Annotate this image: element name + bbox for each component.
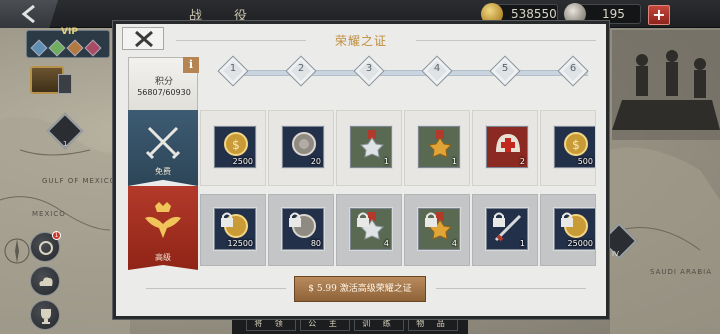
map-label-gulf: GULF OF MEXICO (42, 177, 117, 185)
gold-amount: 538550 (511, 7, 557, 21)
info-button[interactable]: i (183, 57, 199, 73)
level-number: 1 (229, 63, 237, 74)
lock-icon (493, 212, 505, 227)
level-number: 5 (501, 63, 509, 74)
reward-cell-locked[interactable]: 4 (336, 194, 402, 266)
unit-marker-count: 1 (63, 140, 68, 148)
vip-label: VIP (61, 27, 78, 37)
lock-icon (425, 212, 437, 227)
close-button[interactable] (122, 27, 164, 50)
footer-divider (436, 288, 586, 289)
cloud-button[interactable] (30, 266, 60, 296)
soldiers-illustration (612, 50, 720, 130)
premium-rewards-row: 高级 12500 80 4 4 1 25000 (128, 186, 596, 270)
activate-premium-button[interactable]: $ 5.99 激活高级荣耀之证 (294, 276, 426, 302)
reward-cell-locked[interactable]: 25000 (540, 194, 596, 266)
cloud-icon (39, 277, 53, 286)
reward-quantity: 1 (383, 157, 389, 166)
buy-currency-button[interactable]: + (648, 5, 670, 25)
level-number: 4 (433, 63, 441, 74)
level-number: 6 (569, 63, 577, 74)
vip-gem-icon (48, 39, 66, 57)
map-label-saudi: SAUDI ARABIA (650, 268, 712, 276)
lock-icon (357, 212, 369, 227)
red-cross-helmet-icon: 2 (486, 126, 528, 168)
glory-pass-modal: 荣耀之证 i 积分 56807/60930 1 2 3 4 5 6 免费 $ 2… (116, 24, 606, 316)
reward-quantity: 25000 (567, 239, 593, 248)
back-button[interactable] (0, 0, 58, 28)
gold-coin-icon: $ 500 (554, 126, 595, 168)
reward-cell[interactable]: $ 2500 (200, 110, 266, 186)
lock-icon (289, 212, 301, 227)
modal-title: 荣耀之证 (334, 34, 387, 48)
free-rewards-row: 免费 $ 2500 20 1 1 2 $ 500 (128, 110, 596, 186)
reward-quantity: 4 (383, 239, 389, 248)
reward-cell[interactable]: 20 (268, 110, 334, 186)
compass-icon (4, 238, 30, 264)
points-value: 56807/60930 (137, 88, 191, 97)
map-label-mexico: MEXICO (32, 210, 66, 218)
premium-label: 高级 (155, 253, 171, 262)
notification-badge: 1 (52, 231, 61, 240)
reward-cell[interactable]: 2 (472, 110, 538, 186)
gold-medal-icon: 4 (418, 208, 460, 250)
alliance-button[interactable]: 1 (30, 231, 61, 262)
reward-cell-locked[interactable]: 4 (404, 194, 470, 266)
gold-coin-icon: 25000 (554, 208, 595, 250)
premium-ribbon: 高级 (128, 186, 198, 270)
footer-divider (146, 288, 286, 289)
chest-tag-icon (58, 74, 72, 94)
reward-quantity: 12500 (227, 239, 253, 248)
silver-medal-icon: 1 (350, 126, 392, 168)
vip-gem-icon (30, 39, 48, 57)
gold-coin-icon: $ 2500 (214, 126, 256, 168)
free-ribbon: 免费 (128, 110, 198, 186)
vip-panel[interactable]: VIP (26, 27, 110, 58)
reward-quantity: 20 (310, 157, 321, 166)
title-divider (416, 40, 596, 41)
reward-cell-locked[interactable]: 80 (268, 194, 334, 266)
reward-quantity: 500 (577, 157, 593, 166)
close-icon (135, 30, 153, 48)
reward-cell[interactable]: 1 (336, 110, 402, 186)
reward-quantity: 1 (519, 239, 525, 248)
svg-text:$: $ (232, 138, 240, 152)
svg-text:$: $ (572, 138, 580, 152)
silver-medal-icon: 4 (350, 208, 392, 250)
reward-cell-locked[interactable]: 1 (472, 194, 538, 266)
reward-cell[interactable]: 1 (404, 110, 470, 186)
trophy-button[interactable] (30, 300, 60, 330)
lock-icon (561, 212, 573, 227)
reward-cell-locked[interactable]: 12500 (200, 194, 266, 266)
silver-coin-icon: 20 (282, 126, 324, 168)
reward-quantity: 1 (451, 157, 457, 166)
level-number: 2 (297, 63, 305, 74)
level-track: 1 2 3 4 5 6 (217, 55, 589, 87)
wreath-icon (39, 241, 53, 255)
vip-gem-icon (84, 39, 102, 57)
reward-quantity: 2 (519, 157, 525, 166)
vip-gem-icon (66, 39, 84, 57)
gold-medal-icon: 1 (418, 126, 460, 168)
reward-quantity: 2500 (232, 157, 253, 166)
lock-icon (221, 212, 233, 227)
free-label: 免费 (155, 167, 171, 176)
crossed-swords-icon: 1 (486, 208, 528, 250)
unit-marker-right-label: IV (612, 250, 619, 258)
reward-quantity: 4 (451, 239, 457, 248)
level-number: 3 (365, 63, 373, 74)
silver-amount: 195 (602, 7, 625, 21)
back-arrow-icon (21, 5, 35, 23)
eagle-crown-icon (145, 202, 181, 238)
trophy-icon (41, 309, 51, 324)
crossed-swords-icon (145, 126, 181, 160)
modal-header: 荣耀之证 (116, 24, 606, 54)
silver-coin-icon: 80 (282, 208, 324, 250)
gold-coin-icon: 12500 (214, 208, 256, 250)
reward-quantity: 80 (310, 239, 321, 248)
points-label: 积分 (154, 77, 173, 87)
reward-cell[interactable]: $ 500 (540, 110, 596, 186)
